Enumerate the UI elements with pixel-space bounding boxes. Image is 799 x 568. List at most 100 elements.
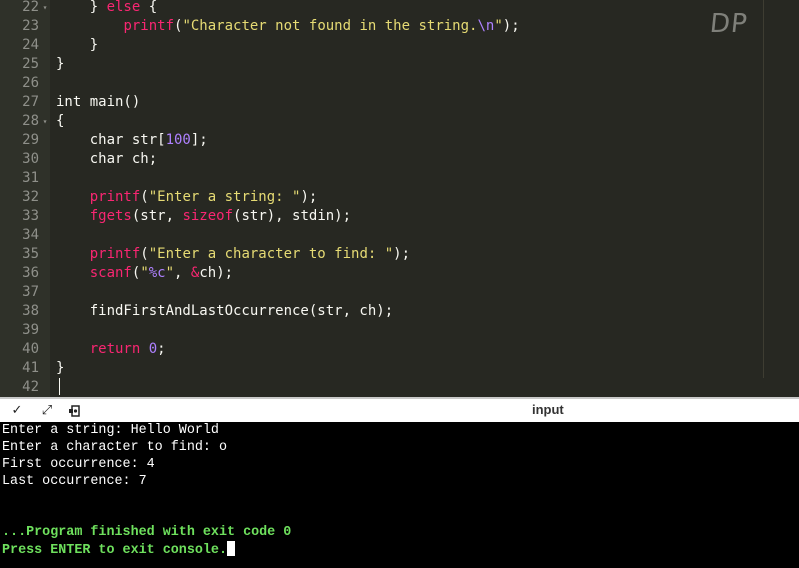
- code-line[interactable]: 31: [0, 169, 799, 188]
- code-token: }: [56, 37, 99, 53]
- code-text: findFirstAndLastOccurrence(str, ch);: [56, 302, 393, 321]
- line-number: 37: [22, 284, 39, 300]
- code-token: char str[: [56, 132, 166, 148]
- code-text: char ch;: [56, 150, 157, 169]
- code-token: ": [165, 265, 175, 281]
- line-number: 35: [22, 246, 39, 262]
- code-line[interactable]: 22 ▾ } else {: [0, 0, 799, 17]
- code-token: printf: [89, 246, 141, 262]
- code-line[interactable]: 33 fgets(str, sizeof(str), stdin);: [0, 207, 799, 226]
- code-text: {: [56, 112, 64, 131]
- line-number: 22: [22, 0, 39, 15]
- line-number: 29: [22, 132, 39, 148]
- code-line[interactable]: 40 return 0;: [0, 340, 799, 359]
- line-number: 39: [22, 322, 39, 338]
- line-number: 38: [22, 303, 39, 319]
- code-line[interactable]: 39: [0, 321, 799, 340]
- code-text: scanf("%c", &ch);: [56, 264, 233, 283]
- terminal-cursor: [227, 541, 235, 556]
- code-line[interactable]: 34: [0, 226, 799, 245]
- code-token: }: [56, 360, 65, 376]
- code-token: printf: [123, 18, 175, 34]
- code-token: (: [140, 189, 149, 205]
- code-token: );: [502, 18, 520, 34]
- code-line[interactable]: 35 printf("Enter a character to find: ")…: [0, 245, 799, 264]
- code-token: ,: [174, 265, 191, 281]
- line-number: 30: [22, 151, 39, 167]
- code-token: (: [140, 246, 149, 262]
- console-mode-label[interactable]: input: [532, 402, 564, 417]
- code-line[interactable]: 23 printf("Character not found in the st…: [0, 17, 799, 36]
- code-token: }: [56, 56, 65, 72]
- line-number: 41: [22, 360, 39, 376]
- code-line[interactable]: 42: [0, 378, 799, 397]
- line-number: 32: [22, 189, 39, 205]
- console-toolbar: ✓ ⤢ input: [0, 397, 799, 422]
- code-text: printf("Enter a string: ");: [56, 188, 318, 207]
- code-line[interactable]: 26: [0, 74, 799, 93]
- code-line[interactable]: 24 }: [0, 36, 799, 55]
- settings-copy-icon[interactable]: [66, 403, 84, 419]
- line-number: 26: [22, 75, 39, 91]
- chevron-down-icon[interactable]: ✓: [8, 403, 26, 419]
- watermark-logo: DP: [708, 9, 750, 39]
- line-number: 25: [22, 56, 39, 72]
- fold-arrow-icon[interactable]: ▾: [40, 0, 50, 17]
- code-text: fgets(str, sizeof(str), stdin);: [56, 207, 351, 226]
- code-line[interactable]: 32 printf("Enter a string: ");: [0, 188, 799, 207]
- line-number: 36: [22, 265, 39, 281]
- code-text: int main(): [56, 93, 140, 112]
- line-number: 24: [22, 37, 39, 53]
- code-line[interactable]: 38 findFirstAndLastOccurrence(str, ch);: [0, 302, 799, 321]
- code-token: ;: [157, 341, 166, 357]
- line-number: 34: [22, 227, 39, 243]
- code-token: sizeof: [182, 208, 234, 224]
- code-token: int main(): [56, 94, 141, 110]
- code-text: }: [56, 55, 64, 74]
- code-line[interactable]: 28 ▾ {: [0, 112, 799, 131]
- code-text: }: [56, 359, 64, 378]
- code-token: (str), stdin);: [233, 208, 352, 224]
- line-number: 31: [22, 170, 39, 186]
- line-number: 27: [22, 94, 39, 110]
- code-token: "Character not found in the string.: [182, 18, 478, 34]
- code-token: );: [300, 189, 318, 205]
- code-line[interactable]: 27 int main(): [0, 93, 799, 112]
- code-token: (str,: [131, 208, 183, 224]
- code-text: printf("Character not found in the strin…: [56, 17, 520, 36]
- code-token: {: [56, 113, 65, 129]
- code-token: "Enter a string: ": [148, 189, 301, 205]
- code-token: fgets: [89, 208, 132, 224]
- code-token: \n: [477, 18, 495, 34]
- code-token: }: [56, 0, 107, 15]
- code-token: ch);: [199, 265, 234, 281]
- console-line: Enter a string: Hello World: [2, 423, 219, 438]
- code-token: ];: [190, 132, 208, 148]
- code-text: }: [56, 36, 98, 55]
- code-token: ": [140, 265, 149, 281]
- code-line[interactable]: 41}: [0, 359, 799, 378]
- code-text: return 0;: [56, 340, 166, 359]
- console-output[interactable]: Enter a string: Hello World Enter a char…: [0, 422, 799, 568]
- code-token: ": [494, 18, 503, 34]
- code-line[interactable]: 30 char ch;: [0, 150, 799, 169]
- code-text: } else {: [56, 0, 157, 17]
- code-token: return: [89, 341, 141, 357]
- print-margin: [763, 0, 764, 378]
- code-line[interactable]: 37: [0, 283, 799, 302]
- console-line: Enter a character to find: o: [2, 440, 227, 455]
- code-editor[interactable]: 22 ▾ } else {23 printf("Character not fou…: [0, 0, 799, 397]
- code-line[interactable]: 36 scanf("%c", &ch);: [0, 264, 799, 283]
- expand-icon[interactable]: ⤢: [38, 403, 56, 419]
- line-number: 28: [22, 113, 39, 129]
- fold-arrow-icon[interactable]: ▾: [40, 112, 50, 131]
- code-line[interactable]: 25}: [0, 55, 799, 74]
- code-line[interactable]: 29 char str[100];: [0, 131, 799, 150]
- code-token: char ch;: [56, 151, 158, 167]
- code-token: );: [393, 246, 411, 262]
